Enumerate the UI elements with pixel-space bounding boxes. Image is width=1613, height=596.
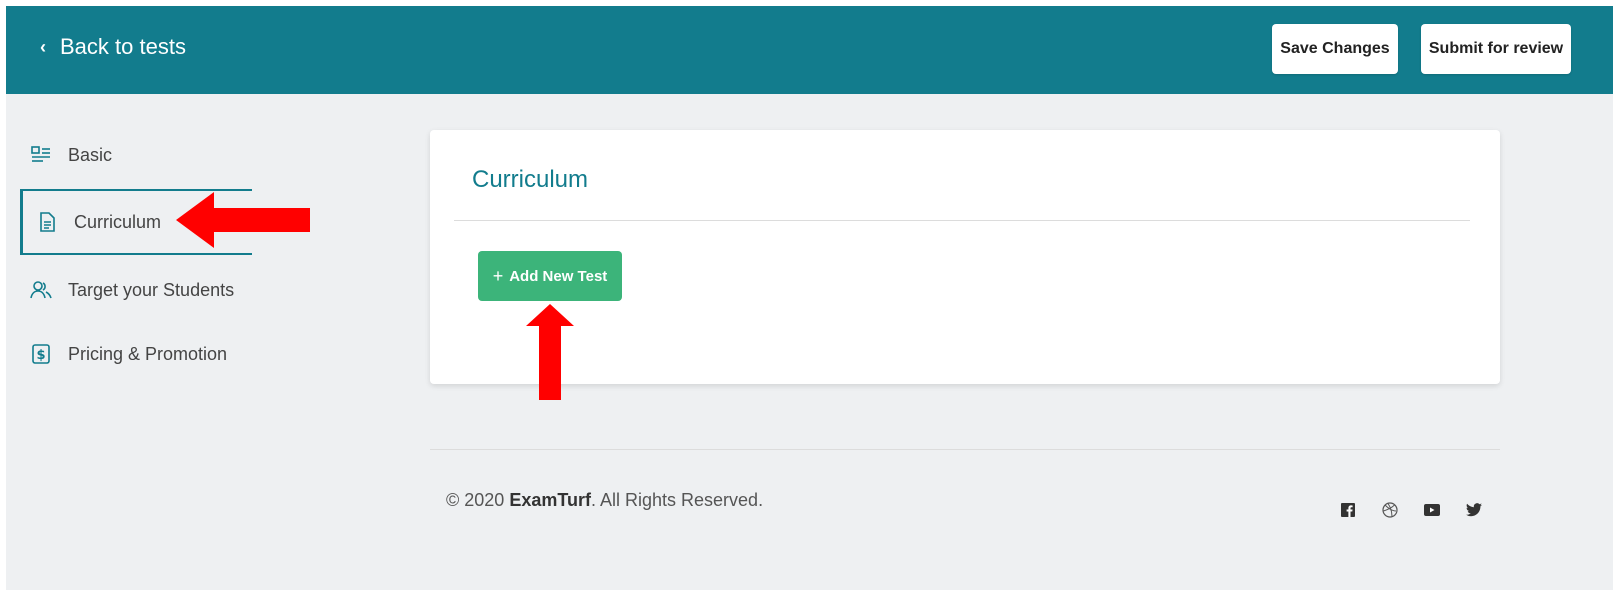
sidebar-item-label: Pricing & Promotion [68, 343, 228, 364]
submit-for-review-button[interactable]: Submit for review [1421, 24, 1571, 74]
sidebar-item-curriculum[interactable]: Curriculum [36, 211, 161, 233]
youtube-icon[interactable] [1422, 500, 1442, 520]
sidebar-item-label: Target your Students [68, 279, 235, 300]
sidebar-item-target-students[interactable]: Target your Students [30, 279, 234, 301]
sidebar-item-basic[interactable]: Basic [30, 144, 112, 166]
footer-divider [430, 449, 1500, 450]
twitter-icon[interactable] [1464, 500, 1484, 520]
dribbble-icon[interactable] [1380, 500, 1400, 520]
chevron-left-icon: ‹ [40, 36, 46, 57]
sidebar-item-label: Curriculum [74, 211, 162, 232]
plus-icon: + [492, 265, 504, 286]
copyright-suffix: . All Rights Reserved. [591, 490, 764, 510]
card-title: Curriculum [472, 166, 589, 193]
brand-name: ExamTurf [509, 490, 591, 510]
back-to-tests-link[interactable]: ‹ Back to tests [40, 34, 186, 60]
curriculum-card: Curriculum + Add New Test [430, 130, 1500, 384]
svg-text:$: $ [36, 348, 45, 363]
divider [454, 220, 1470, 221]
dollar-icon: $ [30, 343, 52, 365]
app-frame: ‹ Back to tests Save Changes Submit for … [6, 6, 1613, 590]
social-links [1338, 500, 1484, 520]
sidebar-item-label: Basic [68, 144, 113, 165]
add-new-test-button[interactable]: + Add New Test [478, 251, 622, 301]
users-icon [30, 279, 52, 301]
list-icon [30, 144, 52, 166]
annotation-arrow-up [526, 304, 574, 400]
facebook-icon[interactable] [1338, 500, 1358, 520]
sidebar-item-pricing-promotion[interactable]: $ Pricing & Promotion [30, 343, 227, 365]
copyright-prefix: © 2020 [446, 490, 510, 510]
document-icon [36, 211, 58, 233]
top-bar: ‹ Back to tests Save Changes Submit for … [6, 6, 1613, 94]
annotation-arrow-left [176, 192, 310, 248]
back-label: Back to tests [60, 34, 186, 59]
add-button-label: Add New Test [509, 267, 608, 285]
copyright-text: © 2020 ExamTurf. All Rights Reserved. [446, 490, 763, 511]
save-changes-button[interactable]: Save Changes [1272, 24, 1398, 74]
